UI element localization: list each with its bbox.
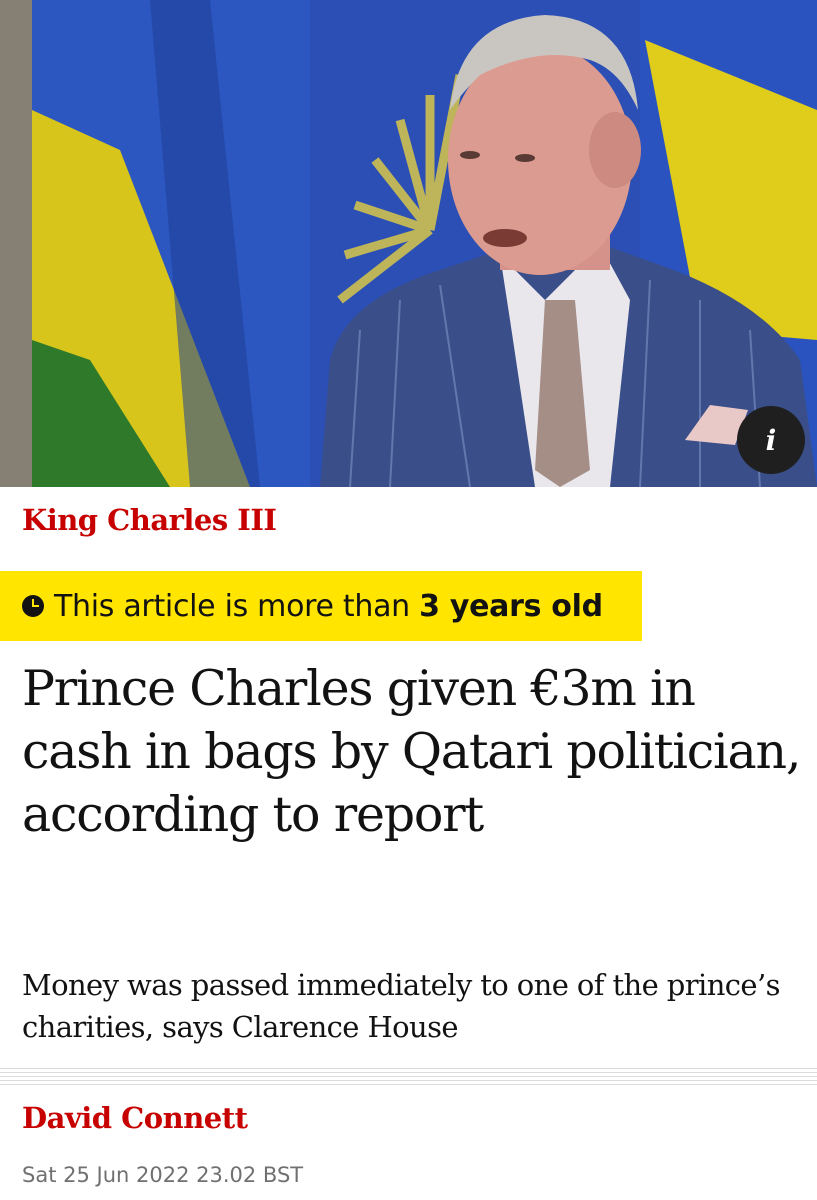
hero-photo bbox=[0, 0, 817, 487]
article-age-banner: This article is more than 3 years old bbox=[0, 571, 642, 641]
section-label[interactable]: King Charles III bbox=[22, 503, 277, 537]
age-notice-value: 3 years old bbox=[419, 588, 603, 624]
author-link[interactable]: David Connett bbox=[22, 1101, 248, 1135]
clock-icon bbox=[22, 595, 44, 617]
headline: Prince Charles given €3m in cash in bags… bbox=[22, 660, 801, 843]
standfirst: Money was passed immediately to one of t… bbox=[22, 968, 780, 1044]
info-icon[interactable]: i bbox=[737, 406, 805, 474]
age-notice-prefix: This article is more than bbox=[54, 588, 420, 624]
divider-rules bbox=[0, 1068, 817, 1086]
publish-date: Sat 25 Jun 2022 23.02 BST bbox=[22, 1163, 304, 1187]
hero-image: i bbox=[0, 0, 817, 487]
